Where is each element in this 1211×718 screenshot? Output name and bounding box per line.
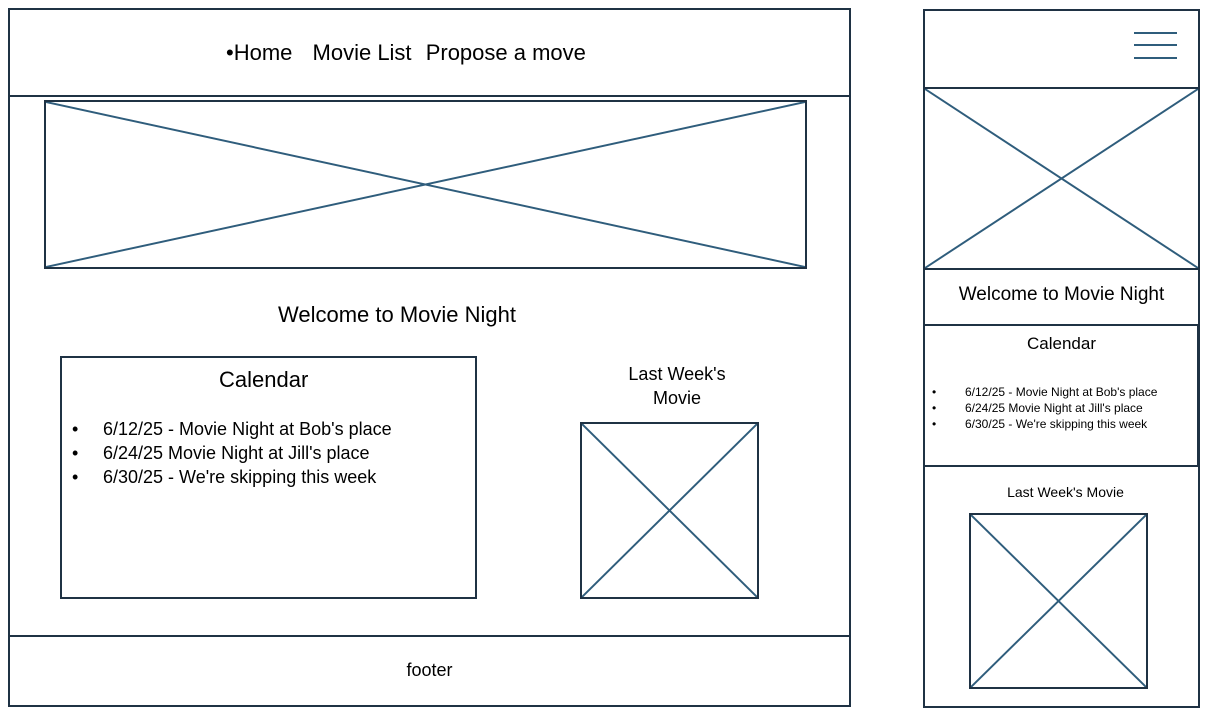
bullet-icon: • [72,419,79,439]
image-placeholder-icon [925,89,1198,268]
desktop-footer: footer [406,660,453,680]
desktop-calendar-list: • 6/12/25 - Movie Night at Bob's place •… [72,417,392,489]
hamburger-menu-icon[interactable] [1134,31,1177,61]
desktop-calendar-item: • 6/12/25 - Movie Night at Bob's place [72,419,392,439]
last-week-label-line1: Last Week's [628,364,726,384]
bullet-icon: • [72,467,79,487]
desktop-footer-divider [8,635,851,637]
mobile-welcome-heading: Welcome to Movie Night [958,284,1165,305]
nav-link-home[interactable]: Home [234,40,293,65]
desktop-calendar-item: • 6/30/25 - We're skipping this week [72,467,377,487]
bullet-icon: • [932,401,937,415]
desktop-hero-image-placeholder [44,100,807,269]
mobile-calendar-list: • 6/12/25 - Movie Night at Bob's place •… [932,384,1157,432]
desktop-last-week-label: Last Week's Movie [597,362,757,410]
nav-link-propose[interactable]: Propose a move [426,40,586,65]
image-placeholder-icon [582,424,757,597]
desktop-header-divider [8,95,851,97]
image-placeholder-icon [46,102,805,267]
mobile-calendar-item: • 6/12/25 - Movie Night at Bob's place [932,385,1158,399]
mobile-last-week-label: Last Week's Movie [1007,484,1124,500]
desktop-calendar-item: • 6/24/25 Movie Night at Jill's place [72,443,370,463]
desktop-calendar-title: Calendar [219,367,309,392]
mobile-calendar-title: Calendar [1027,334,1096,353]
bullet-icon: • [932,417,937,431]
nav-active-bullet: • [226,40,234,65]
bullet-icon: • [72,443,79,463]
desktop-last-week-movie-placeholder [580,422,759,599]
desktop-nav: •Home Movie List Propose a move [226,38,586,68]
last-week-label-line2: Movie [652,388,701,408]
mobile-calendar-item: • 6/30/25 - We're skipping this week [932,417,1148,431]
mobile-hero-image-placeholder [923,87,1200,270]
nav-link-movie-list[interactable]: Movie List [313,40,412,65]
desktop-welcome-heading: Welcome to Movie Night [278,302,517,327]
mobile-last-week-movie-placeholder [969,513,1148,689]
image-placeholder-icon [971,515,1146,687]
mobile-calendar-item: • 6/24/25 Movie Night at Jill's place [932,401,1143,415]
bullet-icon: • [932,385,937,399]
